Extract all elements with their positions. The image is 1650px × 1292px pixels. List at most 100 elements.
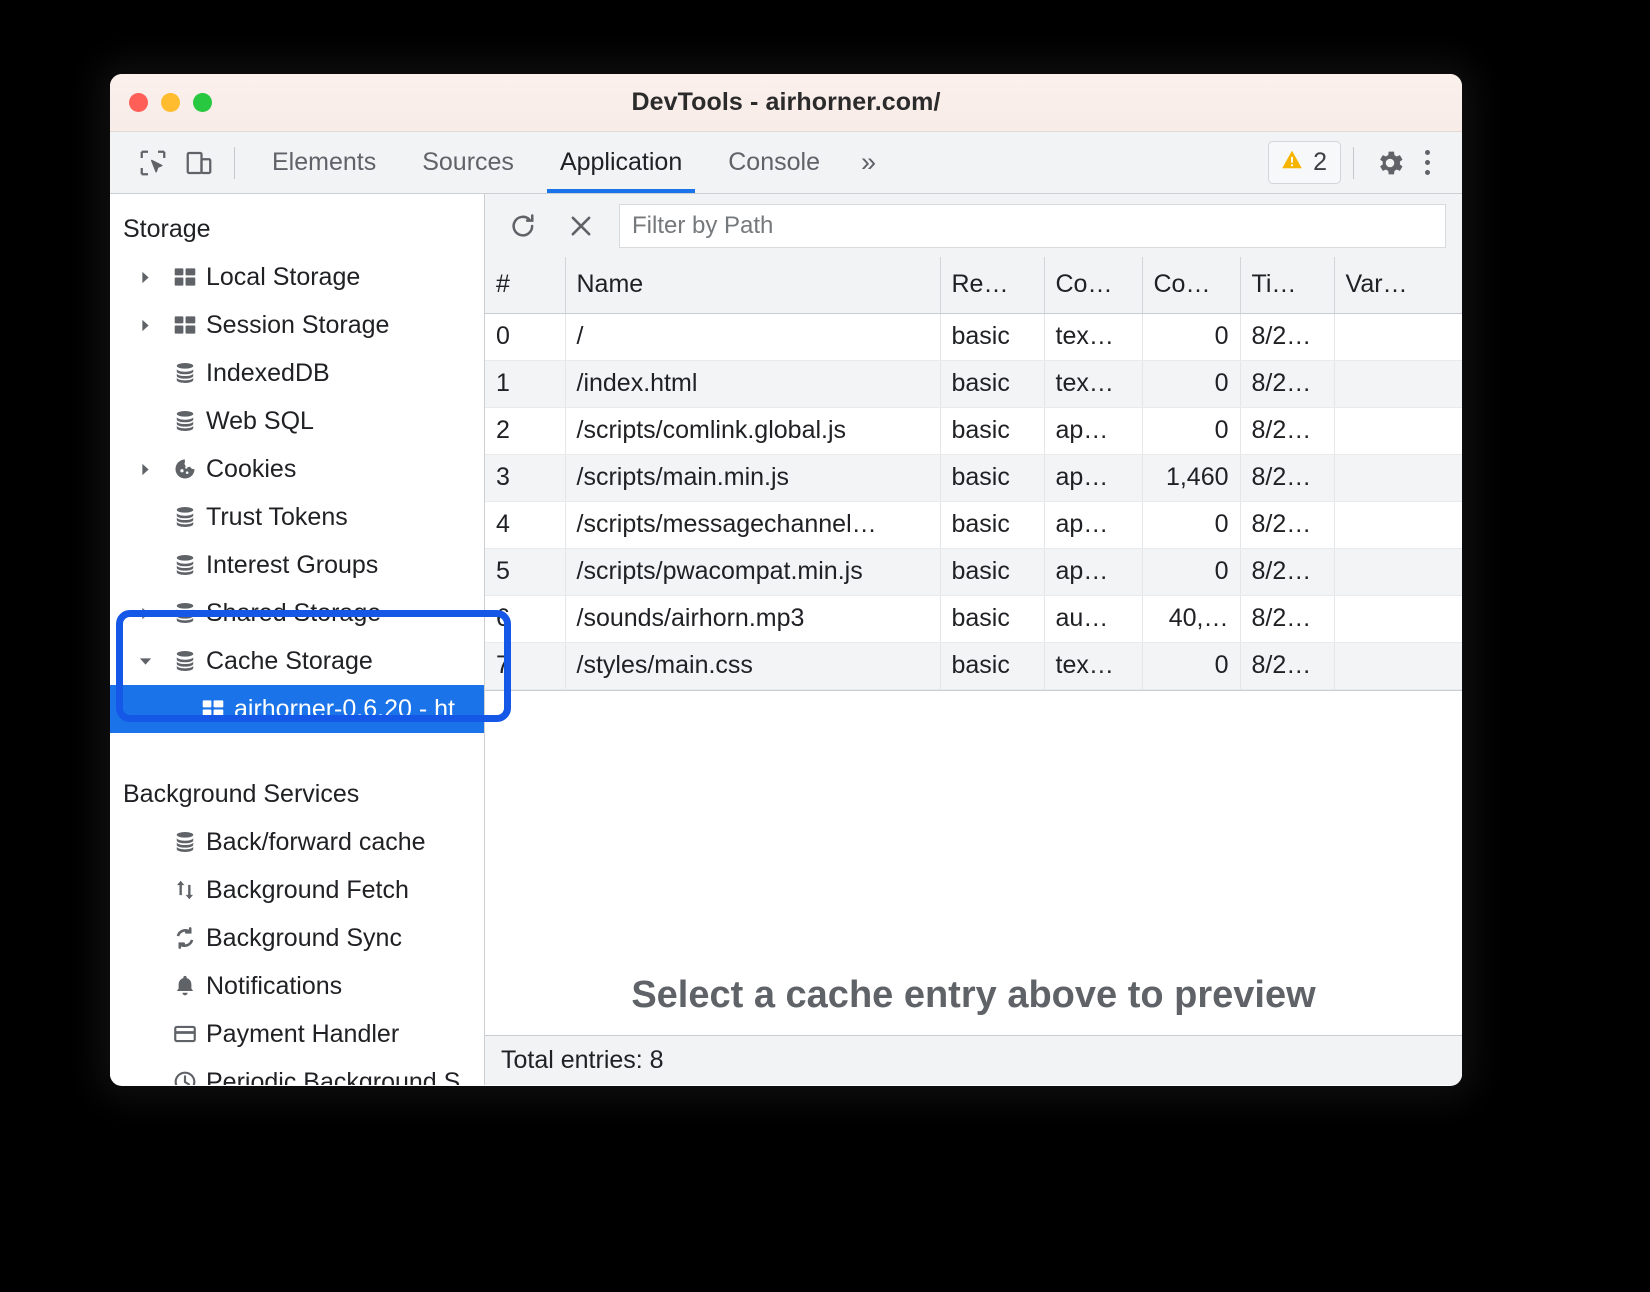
cell-response-type: basic: [940, 313, 1044, 360]
sidebar-item-back-forward-cache[interactable]: Back/forward cache: [110, 818, 484, 866]
column-header-content-type[interactable]: Co…: [1044, 257, 1142, 313]
database-icon: [164, 829, 206, 855]
database-icon: [164, 600, 206, 626]
table-row[interactable]: 1 /index.html basic tex… 0 8/2…: [485, 360, 1462, 407]
cell-content-length: 0: [1142, 548, 1240, 595]
cache-storage-panel: Filter by Path # Name Re…: [485, 194, 1462, 1085]
table-body: 0 / basic tex… 0 8/2… 1 /index.html: [485, 313, 1462, 689]
sidebar-item-local-storage[interactable]: Local Storage: [110, 253, 484, 301]
chevron-right-icon[interactable]: [138, 606, 164, 621]
cell-index: 7: [485, 642, 565, 689]
devtools-toolbar: Elements Sources Application Console » 2: [110, 132, 1462, 194]
table-row[interactable]: 4 /scripts/messagechannel… basic ap… 0 8…: [485, 501, 1462, 548]
column-header-content-length[interactable]: Co…: [1142, 257, 1240, 313]
filter-by-path-input[interactable]: Filter by Path: [619, 204, 1446, 248]
tab-sources[interactable]: Sources: [399, 132, 537, 193]
sidebar-item-web-sql[interactable]: Web SQL: [110, 397, 484, 445]
cell-index: 2: [485, 407, 565, 454]
sidebar-item-label: Interest Groups: [206, 551, 378, 580]
device-toolbar-icon[interactable]: [176, 140, 222, 186]
chevron-right-icon[interactable]: [138, 270, 164, 285]
column-header-name[interactable]: Name: [565, 257, 940, 313]
gear-icon[interactable]: [1374, 147, 1406, 179]
cell-name: /scripts/messagechannel…: [565, 501, 940, 548]
cell-index: 1: [485, 360, 565, 407]
sidebar-item-trust-tokens[interactable]: Trust Tokens: [110, 493, 484, 541]
column-header-index[interactable]: #: [485, 257, 565, 313]
cell-response-type: basic: [940, 454, 1044, 501]
sidebar-item-label: Shared Storage: [206, 599, 381, 628]
chevron-right-icon[interactable]: [138, 462, 164, 477]
clock-icon: [164, 1069, 206, 1085]
cache-entries-table-wrapper: # Name Re… Co… Co… Ti… Var… 0: [485, 257, 1462, 690]
sidebar-item-label: IndexedDB: [206, 359, 330, 388]
sidebar-item-label: Background Sync: [206, 924, 402, 953]
sidebar-item-shared-storage[interactable]: Shared Storage: [110, 589, 484, 637]
refresh-icon[interactable]: [499, 202, 547, 250]
column-header-time-cached[interactable]: Ti…: [1240, 257, 1334, 313]
sidebar-item-airhorner-cache[interactable]: airhorner-0.6.20 - ht: [110, 685, 484, 733]
warning-count-label: 2: [1313, 148, 1327, 177]
close-x-icon[interactable]: [557, 202, 605, 250]
kebab-menu-icon[interactable]: [1410, 150, 1444, 175]
cell-content-type: ap…: [1044, 454, 1142, 501]
cell-index: 5: [485, 548, 565, 595]
table-row[interactable]: 5 /scripts/pwacompat.min.js basic ap… 0 …: [485, 548, 1462, 595]
sidebar-item-cache-storage[interactable]: Cache Storage: [110, 637, 484, 685]
column-header-response-type[interactable]: Re…: [940, 257, 1044, 313]
table-row[interactable]: 7 /styles/main.css basic tex… 0 8/2…: [485, 642, 1462, 689]
inspect-element-icon[interactable]: [130, 140, 176, 186]
warning-count-badge[interactable]: 2: [1268, 141, 1341, 184]
cell-response-type: basic: [940, 548, 1044, 595]
cell-time-cached: 8/2…: [1240, 407, 1334, 454]
database-icon: [164, 408, 206, 434]
cell-response-type: basic: [940, 360, 1044, 407]
sidebar-section-storage-title: Storage: [110, 206, 484, 253]
arrows-updown-icon: [164, 877, 206, 903]
sidebar-item-cookies[interactable]: Cookies: [110, 445, 484, 493]
tab-application[interactable]: Application: [537, 132, 705, 193]
sidebar-item-background-fetch[interactable]: Background Fetch: [110, 866, 484, 914]
chevron-right-icon[interactable]: [138, 318, 164, 333]
column-header-vary-header[interactable]: Var…: [1334, 257, 1462, 313]
cell-content-type: ap…: [1044, 548, 1142, 595]
sidebar-item-payment-handler[interactable]: Payment Handler: [110, 1010, 484, 1058]
chevron-down-icon[interactable]: [138, 654, 164, 669]
sidebar-item-session-storage[interactable]: Session Storage: [110, 301, 484, 349]
table-row[interactable]: 2 /scripts/comlink.global.js basic ap… 0…: [485, 407, 1462, 454]
sidebar-item-periodic-background-sync[interactable]: Periodic Background S: [110, 1058, 484, 1085]
cell-content-type: tex…: [1044, 642, 1142, 689]
cell-response-type: basic: [940, 595, 1044, 642]
cache-filter-toolbar: Filter by Path: [485, 194, 1462, 257]
cell-vary-header: [1334, 360, 1462, 407]
sidebar-item-label: Notifications: [206, 972, 342, 1001]
tab-elements[interactable]: Elements: [249, 132, 399, 193]
cell-response-type: basic: [940, 642, 1044, 689]
sidebar-item-label: Cookies: [206, 455, 296, 484]
sidebar-item-label: Background Fetch: [206, 876, 409, 905]
database-icon: [164, 504, 206, 530]
database-icon: [164, 648, 206, 674]
table-row[interactable]: 6 /sounds/airhorn.mp3 basic au… 40,… 8/2…: [485, 595, 1462, 642]
cell-index: 4: [485, 501, 565, 548]
sidebar-item-label: Web SQL: [206, 407, 314, 436]
cache-status-bar: Total entries: 8: [485, 1035, 1462, 1085]
cell-time-cached: 8/2…: [1240, 501, 1334, 548]
cell-content-length: 40,…: [1142, 595, 1240, 642]
table-row[interactable]: 0 / basic tex… 0 8/2…: [485, 313, 1462, 360]
sidebar-item-indexeddb[interactable]: IndexedDB: [110, 349, 484, 397]
sidebar-item-background-sync[interactable]: Background Sync: [110, 914, 484, 962]
tab-console[interactable]: Console: [705, 132, 843, 193]
toolbar-right-group: 2: [1268, 141, 1462, 184]
sidebar-item-label: Back/forward cache: [206, 828, 426, 857]
cell-name: /index.html: [565, 360, 940, 407]
sidebar-item-interest-groups[interactable]: Interest Groups: [110, 541, 484, 589]
cell-vary-header: [1334, 313, 1462, 360]
table-row[interactable]: 3 /scripts/main.min.js basic ap… 1,460 8…: [485, 454, 1462, 501]
toolbar-divider-right: [1353, 147, 1354, 179]
more-tabs-icon[interactable]: »: [843, 149, 894, 176]
sidebar-item-notifications[interactable]: Notifications: [110, 962, 484, 1010]
bell-icon: [164, 973, 206, 999]
sidebar-item-label: Local Storage: [206, 263, 360, 292]
cache-entries-table: # Name Re… Co… Co… Ti… Var… 0: [485, 257, 1462, 690]
